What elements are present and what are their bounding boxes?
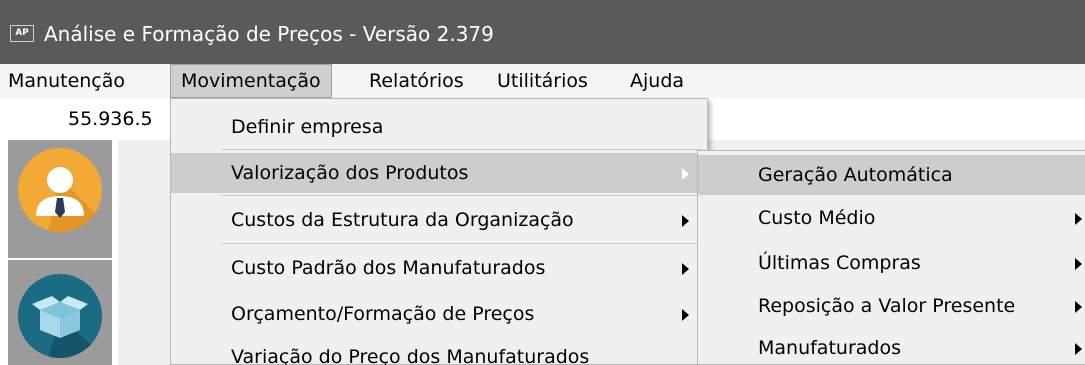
box-shortcut[interactable] — [8, 260, 112, 365]
value-display: 55.936.5 — [68, 108, 153, 130]
chevron-right-icon — [1075, 258, 1082, 270]
menu-separator — [221, 149, 701, 150]
menu-item-label: Orçamento/Formação de Preços — [231, 303, 535, 325]
submenu-item-label: Manufaturados — [758, 337, 901, 359]
app-icon: AP — [10, 25, 34, 42]
movimentacao-dropdown: Definir empresa Valorização dos Produtos… — [170, 98, 708, 365]
menu-item-label: Variação do Preço dos Manufaturados — [231, 346, 590, 365]
submenu-item-geracao-automatica[interactable]: Geração Automática — [698, 155, 1085, 195]
chevron-right-icon — [682, 263, 689, 275]
chevron-right-icon — [1075, 343, 1082, 355]
title-bar: AP Análise e Formação de Preços - Versão… — [0, 0, 1085, 64]
chevron-right-icon — [682, 168, 689, 180]
menu-item-label: Definir empresa — [231, 116, 384, 138]
menu-separator — [221, 195, 701, 196]
submenu-item-custo-medio[interactable]: Custo Médio — [698, 198, 1085, 238]
menu-item-custo-padrao[interactable]: Custo Padrão dos Manufaturados — [171, 248, 707, 288]
submenu-item-label: Geração Automática — [758, 164, 953, 186]
menu-item-valorizacao-produtos[interactable]: Valorização dos Produtos — [171, 153, 707, 193]
menu-movimentacao[interactable]: Movimentação — [170, 64, 332, 98]
menu-item-orcamento[interactable]: Orçamento/Formação de Preços — [171, 294, 707, 334]
chevron-right-icon — [1075, 213, 1082, 225]
menu-item-label: Valorização dos Produtos — [231, 162, 469, 184]
submenu-item-reposicao[interactable]: Reposição a Valor Presente — [698, 286, 1085, 326]
menu-relatorios[interactable]: Relatórios — [369, 64, 464, 98]
chevron-right-icon — [682, 309, 689, 321]
menu-separator — [221, 243, 701, 244]
user-shortcut[interactable] — [8, 140, 112, 258]
submenu-item-label: Últimas Compras — [758, 252, 921, 274]
submenu-item-manufaturados[interactable]: Manufaturados — [698, 328, 1085, 365]
submenu-item-label: Reposição a Valor Presente — [758, 295, 1016, 317]
submenu-item-ultimas-compras[interactable]: Últimas Compras — [698, 243, 1085, 283]
menu-item-label: Custos da Estrutura da Organização — [231, 209, 574, 231]
menu-ajuda[interactable]: Ajuda — [630, 64, 684, 98]
menu-item-label: Custo Padrão dos Manufaturados — [231, 257, 546, 279]
valorizacao-submenu: Geração Automática Custo Médio Últimas C… — [697, 150, 1085, 365]
menu-utilitarios[interactable]: Utilitários — [497, 64, 588, 98]
shortcut-panel — [0, 140, 118, 365]
menu-item-definir-empresa[interactable]: Definir empresa — [171, 107, 707, 147]
menu-manutencao[interactable]: Manutenção — [8, 64, 125, 98]
window-title: Análise e Formação de Preços - Versão 2.… — [44, 22, 494, 46]
chevron-right-icon — [682, 215, 689, 227]
submenu-item-label: Custo Médio — [758, 207, 876, 229]
menu-item-variacao-preco[interactable]: Variação do Preço dos Manufaturados — [171, 337, 707, 365]
user-icon — [18, 148, 102, 232]
menu-item-custos-estrutura[interactable]: Custos da Estrutura da Organização — [171, 200, 707, 240]
chevron-right-icon — [1075, 301, 1082, 313]
box-icon — [18, 274, 102, 358]
menu-bar: Manutenção Movimentação Relatórios Utili… — [0, 64, 1085, 98]
